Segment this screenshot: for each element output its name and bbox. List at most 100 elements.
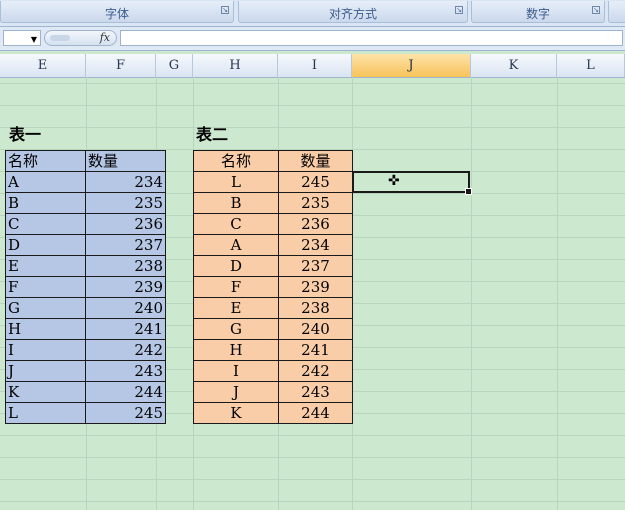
cell-qty[interactable]: 236 xyxy=(278,213,353,235)
cell-name[interactable]: A xyxy=(5,171,86,193)
cell-qty[interactable]: 234 xyxy=(85,171,166,193)
resize-grip-icon[interactable] xyxy=(50,35,70,41)
cell-name[interactable]: K xyxy=(5,381,86,403)
cell-qty[interactable]: 242 xyxy=(278,360,353,382)
table-row: L 245 xyxy=(5,402,166,424)
name-box[interactable]: ▼ xyxy=(3,30,41,46)
cell-name[interactable]: E xyxy=(5,255,86,277)
table-row: B 235 xyxy=(193,192,353,214)
header-cell-name[interactable]: 名称 xyxy=(5,150,86,172)
formula-buttons: fx xyxy=(44,30,117,46)
cell-qty[interactable]: 240 xyxy=(85,297,166,319)
cell-name[interactable]: J xyxy=(193,381,279,403)
cell-qty[interactable]: 242 xyxy=(85,339,166,361)
cell-qty[interactable]: 239 xyxy=(85,276,166,298)
cell-name[interactable]: G xyxy=(193,318,279,340)
cell-qty[interactable]: 237 xyxy=(85,234,166,256)
cell-qty[interactable]: 243 xyxy=(278,381,353,403)
formula-bar: ▼ fx xyxy=(0,27,625,51)
dialog-launcher-icon[interactable]: ↘ xyxy=(592,6,600,14)
cell-name[interactable]: I xyxy=(5,339,86,361)
column-header-h[interactable]: H xyxy=(193,54,278,77)
cell-name[interactable]: E xyxy=(193,297,279,319)
header-cell-name[interactable]: 名称 xyxy=(193,150,279,172)
cell-name[interactable]: A xyxy=(193,234,279,256)
table-header-row: 名称 数量 xyxy=(5,150,166,172)
column-header-e[interactable]: E xyxy=(0,54,86,77)
header-cell-qty[interactable]: 数量 xyxy=(278,150,353,172)
ribbon-group-bar: 字体 ↘ 对齐方式 ↘ 数字 ↘ xyxy=(0,0,625,27)
cell-name[interactable]: J xyxy=(5,360,86,382)
table-row: C 236 xyxy=(5,213,166,235)
table-row: A 234 xyxy=(5,171,166,193)
table-row: I 242 xyxy=(193,360,353,382)
ribbon-group-label-number: 数字 xyxy=(525,7,550,21)
cell-qty[interactable]: 245 xyxy=(278,171,353,193)
cell-name[interactable]: B xyxy=(5,192,86,214)
column-header-g[interactable]: G xyxy=(156,54,193,77)
cell-name[interactable]: F xyxy=(193,276,279,298)
cell-name[interactable]: B xyxy=(193,192,279,214)
cell-qty[interactable]: 240 xyxy=(278,318,353,340)
table-row: K 244 xyxy=(5,381,166,403)
cell-name[interactable]: L xyxy=(193,171,279,193)
table-row: H 241 xyxy=(193,339,353,361)
cell-qty[interactable]: 244 xyxy=(278,402,353,424)
cell-name[interactable]: L xyxy=(5,402,86,424)
cell-qty[interactable]: 245 xyxy=(85,402,166,424)
gridline-horizontal xyxy=(0,501,625,502)
cell-name[interactable]: I xyxy=(193,360,279,382)
gridline-vertical xyxy=(557,77,558,510)
cell-name[interactable]: C xyxy=(193,213,279,235)
table-row: E 238 xyxy=(5,255,166,277)
cell-qty[interactable]: 235 xyxy=(85,192,166,214)
column-header-j[interactable]: J xyxy=(352,54,471,77)
table1-title: 表一 xyxy=(9,125,42,144)
formula-input[interactable] xyxy=(120,30,623,46)
gridline-horizontal xyxy=(0,435,625,436)
column-header-k[interactable]: K xyxy=(471,54,557,77)
cell-qty[interactable]: 244 xyxy=(85,381,166,403)
cell-name[interactable]: D xyxy=(5,234,86,256)
active-cell[interactable] xyxy=(352,171,472,195)
cell-qty[interactable]: 243 xyxy=(85,360,166,382)
table-row: D 237 xyxy=(5,234,166,256)
column-header-f[interactable]: F xyxy=(86,54,156,77)
cell-name[interactable]: D xyxy=(193,255,279,277)
cell-name[interactable]: C xyxy=(5,213,86,235)
cell-name[interactable]: G xyxy=(5,297,86,319)
ribbon-group-alignment: 对齐方式 ↘ xyxy=(238,1,468,23)
gridline-horizontal xyxy=(0,83,625,84)
gridline-horizontal xyxy=(0,479,625,480)
header-cell-qty[interactable]: 数量 xyxy=(85,150,166,172)
cell-qty[interactable]: 241 xyxy=(278,339,353,361)
cell-name[interactable]: K xyxy=(193,402,279,424)
chevron-down-icon[interactable]: ▼ xyxy=(31,35,37,44)
cell-qty[interactable]: 237 xyxy=(278,255,353,277)
gridline-vertical xyxy=(471,77,472,510)
cell-qty[interactable]: 235 xyxy=(278,192,353,214)
cell-qty[interactable]: 236 xyxy=(85,213,166,235)
dialog-launcher-icon[interactable]: ↘ xyxy=(221,6,229,14)
fill-handle[interactable] xyxy=(465,188,472,195)
cell-qty[interactable]: 238 xyxy=(85,255,166,277)
column-header-l[interactable]: L xyxy=(557,54,625,77)
cell-qty[interactable]: 234 xyxy=(278,234,353,256)
cell-name[interactable]: F xyxy=(5,276,86,298)
ribbon-group-font: 字体 ↘ xyxy=(0,1,234,23)
cell-name[interactable]: H xyxy=(5,318,86,340)
table-row: D 237 xyxy=(193,255,353,277)
cell-qty[interactable]: 241 xyxy=(85,318,166,340)
cell-qty[interactable]: 239 xyxy=(278,276,353,298)
table2: 名称 数量 L 245 B 235 C 236 A 234 D 237 F 239 E 238 G 240 H 2… xyxy=(193,150,353,424)
table-row: J 243 xyxy=(193,381,353,403)
table-row: C 236 xyxy=(193,213,353,235)
column-header-i[interactable]: I xyxy=(278,54,352,77)
cell-qty[interactable]: 238 xyxy=(278,297,353,319)
table-row: E 238 xyxy=(193,297,353,319)
dialog-launcher-icon[interactable]: ↘ xyxy=(455,6,463,14)
table-row: F 239 xyxy=(193,276,353,298)
cell-name[interactable]: H xyxy=(193,339,279,361)
insert-function-button[interactable]: fx xyxy=(100,31,110,44)
column-header-bar: E F G H I J K L xyxy=(0,54,625,78)
